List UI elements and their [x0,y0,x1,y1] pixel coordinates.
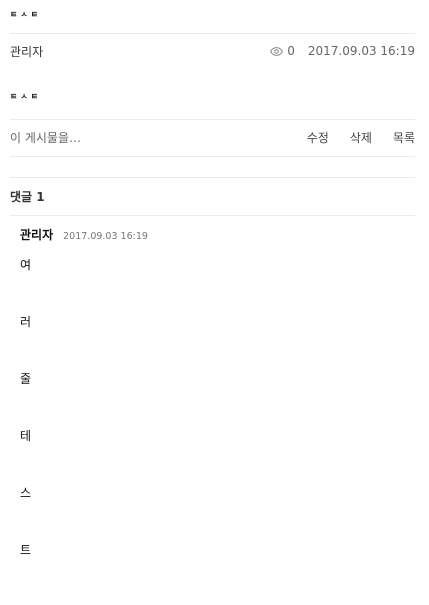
post-actions: 이 게시물을… 수정 삭제 목록 [10,127,415,147]
post-title: ㅌㅅㅌ [10,10,42,19]
divider [10,177,415,178]
post-content: ㅌㅅㅌ [10,92,42,101]
comment-author: 관리자 [20,228,54,242]
delete-button[interactable]: 삭제 [350,129,372,146]
divider [10,215,415,216]
comment-meta: 관리자 2017.09.03 16:19 [20,226,148,243]
comment-body: 여 러 줄 테 스 트 [20,259,148,601]
edit-button[interactable]: 수정 [307,129,329,146]
post-stats: 0 2017.09.03 16:19 [270,44,415,58]
comment-line: 여 [20,258,32,272]
comment-date: 2017.09.03 16:19 [63,231,148,242]
view-count: 0 [287,44,295,58]
comment-item: 관리자 2017.09.03 16:19 여 러 줄 테 스 트 [20,226,148,601]
post-author: 관리자 [10,44,44,59]
post-meta: 관리자 0 2017.09.03 16:19 [10,41,415,61]
divider [10,119,415,120]
divider [10,33,415,34]
comment-line: 스 [20,486,32,500]
comment-line: 러 [20,315,32,329]
post-date: 2017.09.03 16:19 [307,44,415,58]
eye-icon [270,46,284,56]
divider [10,156,415,157]
post-view: ㅌㅅㅌ 관리자 0 2017.09.03 16:19 ㅌㅅㅌ 이 게시물을… 수… [0,0,429,605]
comment-line: 트 [20,543,32,557]
comment-line: 줄 [20,372,32,386]
comment-count-header: 댓글 1 [10,190,45,204]
list-button[interactable]: 목록 [393,129,415,146]
comment-line: 테 [20,429,32,443]
more-posts-link[interactable]: 이 게시물을… [10,129,81,146]
action-buttons: 수정 삭제 목록 [286,129,415,146]
